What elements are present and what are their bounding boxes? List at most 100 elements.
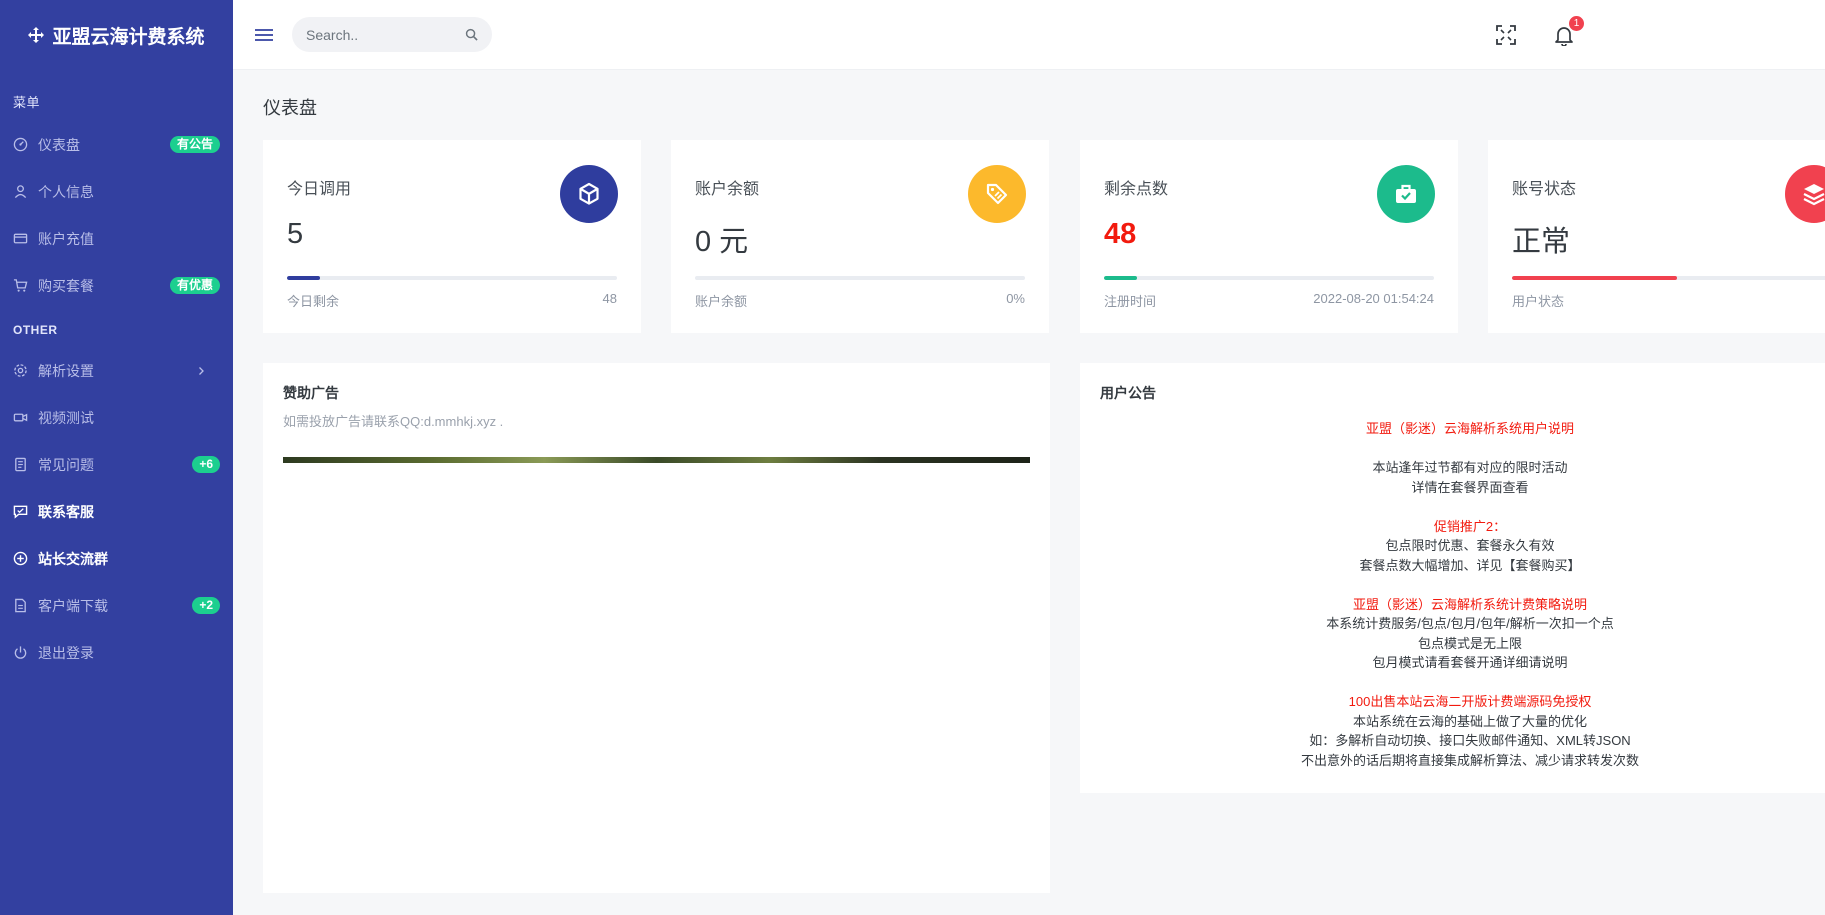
notice-line: 包点限时优惠、套餐永久有效	[1385, 538, 1555, 553]
fullscreen-icon[interactable]	[1495, 24, 1517, 46]
card-footer: 注册时间 2022-08-20 01:54:24	[1104, 291, 1434, 310]
card-footer: 用户状态	[1512, 291, 1825, 310]
notice-line: 包点模式是无上限	[1417, 635, 1522, 651]
discount-badge: 有优惠	[169, 277, 220, 294]
notice-line: 如：多解析自动切换、接口失败邮件通知、XML转JSON	[1309, 733, 1631, 748]
progress-fill	[287, 276, 320, 280]
sidebar-item-faq[interactable]: 常见问题 +6	[0, 441, 233, 488]
cube-icon	[579, 182, 599, 205]
notice-spacer	[1080, 497, 1825, 517]
sidebar-item-parse-settings[interactable]: 解析设置	[0, 347, 233, 394]
sidebar-item-label: 仪表盘	[38, 136, 80, 153]
card-value: 5	[287, 218, 304, 250]
other-section-title: OTHER	[13, 323, 58, 337]
cart-icon	[13, 279, 28, 292]
gear-icon	[14, 364, 27, 377]
stat-card-balance: 账户余额 0 元 账户余额 0%	[671, 140, 1049, 333]
video-icon	[13, 413, 28, 422]
card-footer: 账户余额 0%	[695, 291, 1025, 310]
search-input[interactable]	[306, 26, 465, 43]
stat-card-today-calls: 今日调用 5 今日剩余 48	[263, 140, 641, 333]
hamburger-menu-icon[interactable]	[254, 25, 274, 45]
user-icon	[14, 185, 27, 199]
card-icon-circle	[1377, 165, 1435, 223]
main-content: 仪表盘 今日调用 5 今日剩余 48 账户余额 0 元 账户余额 0% 剩余点数…	[263, 70, 1825, 893]
card-value: 48	[1104, 218, 1137, 250]
card-footer-label: 注册时间	[1104, 294, 1157, 309]
layers-icon	[1803, 184, 1825, 206]
sidebar-item-logout[interactable]: 退出登录	[0, 629, 233, 676]
card-progress-bar	[1104, 276, 1434, 280]
card-footer: 今日剩余 48	[287, 291, 617, 310]
notification-count-badge: 1	[1569, 16, 1584, 31]
card-title: 剩余点数	[1104, 181, 1169, 198]
ad-banner-image[interactable]	[283, 457, 1030, 463]
card-footer-label: 用户状态	[1512, 294, 1565, 309]
notice-badge: 有公告	[169, 136, 220, 153]
notice-heading: 100出售本站云海二开版计费端源码免授权	[1348, 694, 1592, 709]
chat-icon	[13, 505, 28, 519]
menu-section-title: 菜单	[13, 95, 41, 110]
faq-count-badge: +6	[192, 456, 220, 473]
card-value: 正常	[1512, 226, 1571, 258]
progress-fill	[1512, 276, 1677, 280]
card-footer-value: 48	[602, 291, 617, 306]
sidebar-item-label: 购买套餐	[38, 277, 94, 294]
notice-line: 本系统计费服务/包点/包月/包年/解析一次扣一个点	[1326, 616, 1614, 631]
notice-line: 不出意外的话后期将直接集成解析算法、减少请求转发次数	[1300, 752, 1639, 768]
stat-card-account-status: 账号状态 正常 用户状态	[1488, 140, 1825, 333]
tag-icon	[986, 183, 1008, 205]
topbar: 1	[233, 0, 1825, 70]
card-progress-bar	[695, 276, 1025, 280]
card-title: 账户余额	[695, 181, 760, 198]
sidebar-item-webmaster-group[interactable]: 站长交流群	[0, 535, 233, 582]
sidebar-item-client-download[interactable]: 客户端下载 +2	[0, 582, 233, 629]
sidebar-item-label: 客户端下载	[38, 597, 108, 614]
card-footer-label: 今日剩余	[287, 294, 340, 309]
document-icon	[15, 457, 26, 472]
card-footer-value: 2022-08-20 01:54:24	[1313, 291, 1434, 306]
search-box	[292, 17, 492, 52]
progress-fill	[1104, 276, 1137, 280]
card-value: 0 元	[695, 226, 749, 258]
sidebar: 亚盟云海计费系统 菜单 仪表盘 有公告 个人信息 账户充值 购买套餐 有优惠 O…	[0, 0, 233, 915]
sidebar-item-video-test[interactable]: 视频测试	[0, 394, 233, 441]
notice-line: 本站系统在云海的基础上做了大量的优化	[1352, 713, 1587, 729]
notice-line: 包月模式请看套餐开通详细请说明	[1372, 655, 1568, 670]
credit-card-icon	[13, 233, 28, 244]
notice-line: 详情在套餐界面查看	[1411, 479, 1529, 495]
sponsor-ad-panel: 赞助广告 如需投放广告请联系QQ:d.mmhkj.xyz .	[263, 363, 1050, 893]
card-title: 今日调用	[287, 181, 352, 198]
notice-line: 本站逢年过节都有对应的限时活动	[1372, 460, 1568, 475]
chevron-right-icon	[199, 366, 204, 375]
move-arrows-icon	[28, 27, 45, 43]
card-footer-label: 账户余额	[695, 294, 748, 309]
sidebar-item-recharge[interactable]: 账户充值	[0, 215, 233, 262]
sidebar-item-label: 视频测试	[38, 409, 94, 426]
card-progress-bar	[1512, 276, 1825, 280]
sidebar-item-dashboard[interactable]: 仪表盘 有公告	[0, 121, 233, 168]
sidebar-item-buy-package[interactable]: 购买套餐 有优惠	[0, 262, 233, 309]
card-footer-value: 0%	[1006, 291, 1025, 306]
brand[interactable]: 亚盟云海计费系统	[0, 0, 233, 70]
sidebar-item-profile[interactable]: 个人信息	[0, 168, 233, 215]
search-icon[interactable]	[465, 28, 478, 41]
notice-spacer	[1080, 439, 1825, 459]
notice-heading: 亚盟（影迷）云海解析系统用户说明	[1365, 421, 1574, 436]
brand-title: 亚盟云海计费系统	[52, 26, 205, 48]
notice-heading: 促销推广2：	[1433, 518, 1507, 534]
sidebar-item-label: 退出登录	[38, 644, 94, 661]
notification-button[interactable]: 1	[1553, 16, 1584, 47]
power-icon	[14, 646, 27, 659]
sidebar-item-label: 常见问题	[38, 456, 94, 473]
notice-heading: 亚盟（影迷）云海解析系统计费策略说明	[1352, 596, 1587, 612]
briefcase-check-icon	[1396, 184, 1416, 203]
dashboard-icon	[13, 137, 28, 152]
card-title: 账号状态	[1512, 181, 1577, 198]
plus-circle-icon	[13, 551, 28, 566]
ad-contact-text: 如需投放广告请联系QQ:d.mmhkj.xyz .	[283, 414, 504, 429]
sidebar-item-label: 个人信息	[38, 183, 94, 200]
sidebar-item-contact-support[interactable]: 联系客服	[0, 488, 233, 535]
card-icon-circle	[968, 165, 1026, 223]
sidebar-item-label: 账户充值	[38, 230, 94, 247]
